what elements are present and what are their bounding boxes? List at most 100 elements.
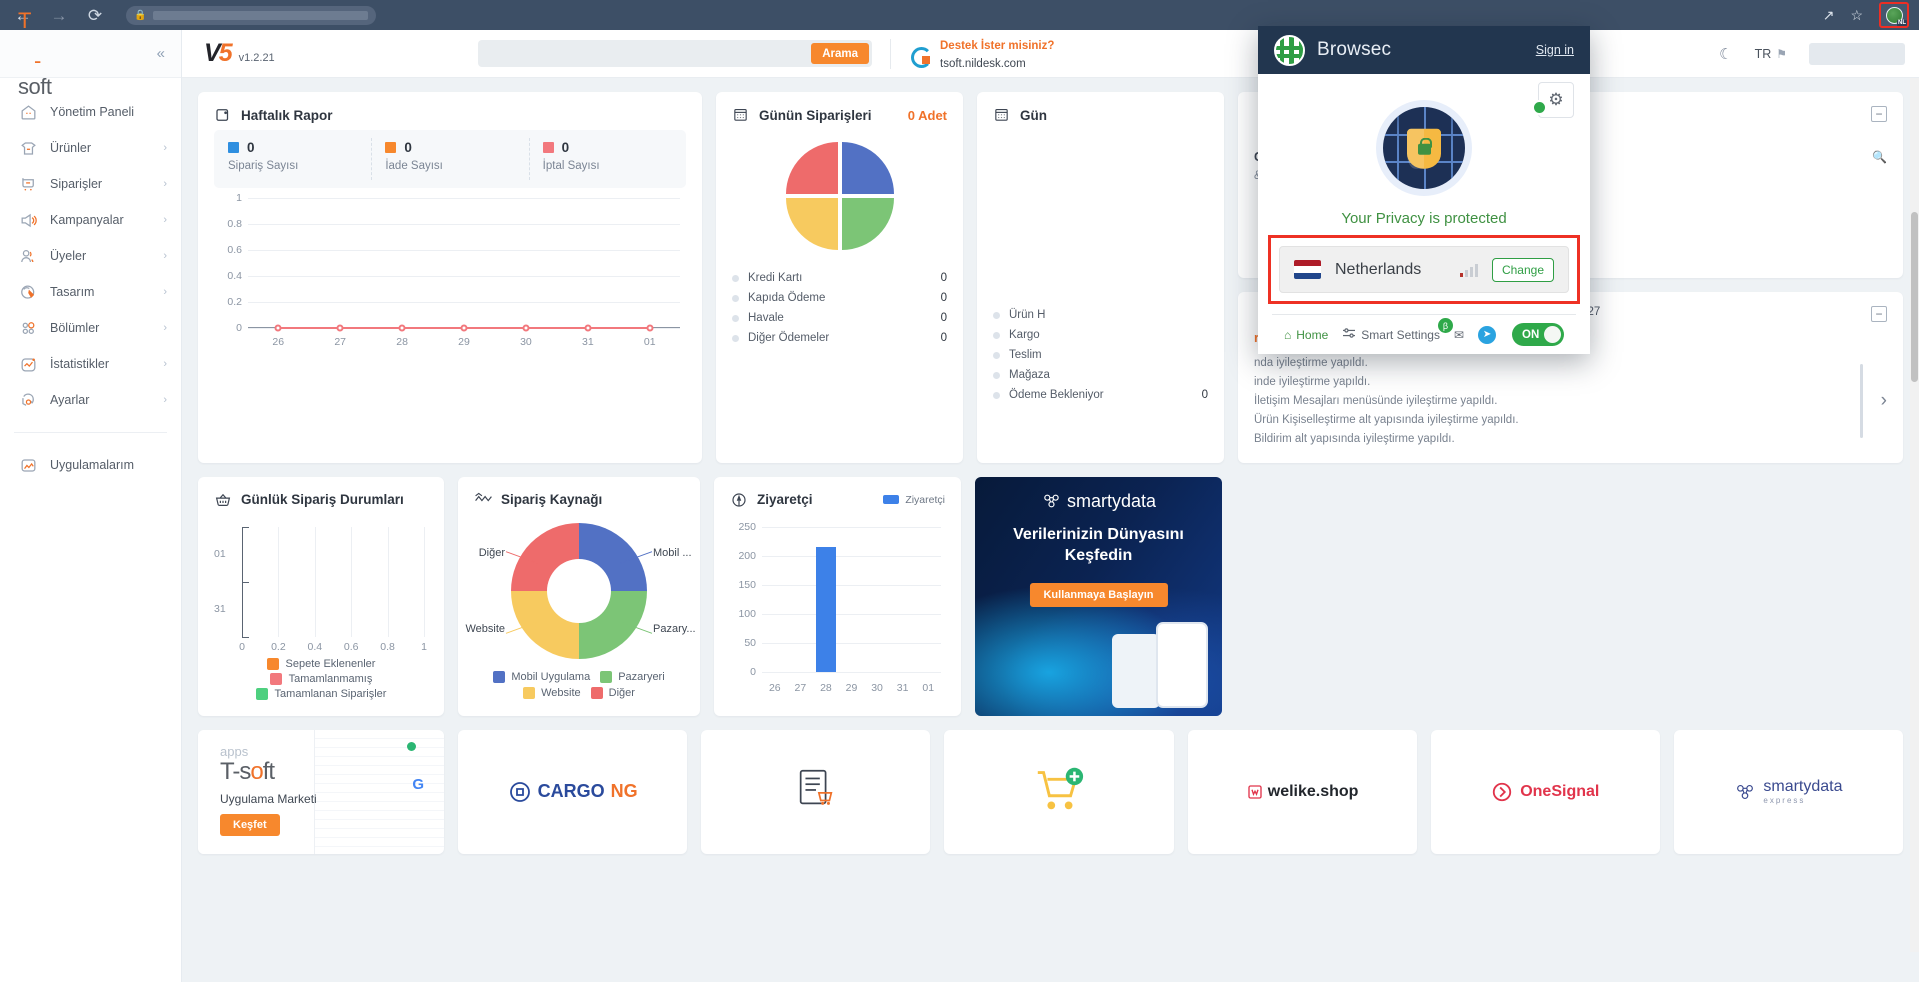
sidebar-item-urunler[interactable]: Ürünler ›: [0, 130, 181, 166]
x-axis-tick: 27: [334, 336, 346, 348]
sign-in-link[interactable]: Sign in: [1536, 43, 1574, 57]
tile-apps-label: apps: [220, 743, 249, 759]
y-axis-tick: 250: [738, 520, 756, 533]
sidebar-item-istatistikler[interactable]: İstatistikler ›: [0, 346, 181, 382]
sidebar-item-siparisler[interactable]: Siparişler ›: [0, 166, 181, 202]
list-item: Kredi Kartı 0: [732, 268, 947, 288]
gridline: [248, 198, 680, 199]
update-line: Bildirim alt yapısında iyileştirme yapıl…: [1254, 432, 1455, 445]
avatar[interactable]: [1809, 43, 1905, 65]
star-icon[interactable]: ☆: [1850, 7, 1863, 24]
topbar-divider: [890, 38, 891, 69]
tsoft-logo: T-soft: [220, 757, 275, 785]
version-text: v1.2.21: [238, 52, 275, 64]
tile-label: CARGO: [537, 781, 605, 802]
legend-label: Tamamlanmamış: [288, 673, 373, 686]
data-point: [398, 324, 406, 332]
y-axis-tick: 0: [236, 322, 242, 334]
chevron-right-icon[interactable]: ›: [1875, 390, 1887, 412]
gridline: [762, 613, 941, 615]
browsec-extension-button[interactable]: NL: [1879, 2, 1909, 28]
x-axis-tick: 28: [396, 336, 408, 348]
gridline: [351, 526, 353, 637]
tile-onesignal[interactable]: OneSignal: [1430, 729, 1660, 854]
grid-circles-icon: [17, 317, 39, 339]
popup-smart-settings-link[interactable]: Smart Settings β: [1342, 318, 1453, 342]
sidebar-item-uyeler[interactable]: Üyeler ›: [0, 238, 181, 274]
stat-value: 0: [247, 140, 255, 155]
legend-label: Mobil Uygulama: [511, 670, 591, 683]
tile-subtitle: Uygulama Marketi: [220, 791, 317, 806]
apps-grid-icon: [17, 454, 39, 476]
scrollbar-thumb[interactable]: [1911, 212, 1918, 382]
data-point: [336, 324, 344, 332]
support-link[interactable]: Destek İster misiniz? tsoft.nildesk.com: [909, 36, 1054, 72]
gridline: [248, 276, 680, 277]
search-input[interactable]: [478, 46, 812, 61]
y-axis-tick: 01: [214, 548, 226, 561]
country-selector[interactable]: Netherlands Change: [1279, 246, 1569, 293]
sidebar-item-yonetim-paneli[interactable]: Yönetim Paneli: [0, 94, 181, 130]
tile-cta-button[interactable]: Keşfet: [220, 813, 280, 836]
palette-brush-icon: [17, 281, 39, 303]
bullet-icon: [993, 371, 1000, 379]
envelope-icon[interactable]: ✉: [1454, 328, 1464, 342]
lifebuoy-support-icon: [909, 42, 932, 68]
list-item-value: 0: [1201, 389, 1208, 401]
search-icon[interactable]: 🔍: [1872, 150, 1887, 164]
tile-smartydata-express[interactable]: smartydata express: [1673, 729, 1904, 854]
gridline: [762, 526, 941, 528]
list-item-label: Havale: [748, 312, 784, 324]
tile-label: OneSignal: [1520, 782, 1600, 800]
stat-label: İade Sayısı: [385, 160, 443, 172]
address-bar[interactable]: 🔒: [126, 5, 376, 25]
chevron-right-icon: ›: [163, 394, 167, 406]
sidebar-item-ayarlar[interactable]: Ayarlar ›: [0, 382, 181, 418]
card-order-source: Sipariş Kaynağı Mobil ... Pazary... Webs…: [458, 476, 700, 716]
sidebar-collapse-button[interactable]: «: [157, 45, 165, 62]
reload-icon[interactable]: ⟳: [84, 4, 106, 26]
moon-icon[interactable]: ☾: [1719, 45, 1732, 63]
axis-tick-mark: [242, 526, 249, 528]
minimize-icon[interactable]: −: [1870, 306, 1887, 322]
card-title: Haftalık Rapor: [241, 107, 333, 123]
tile-apps-market[interactable]: G apps T-soft Uygulama Marketi Keşfet: [198, 729, 444, 854]
sidebar-item-kampanyalar[interactable]: Kampanyalar ›: [0, 202, 181, 238]
updates-body: nda iyileştirme yapıldı. inde iyileştirm…: [1254, 354, 1887, 449]
minimize-icon[interactable]: −: [1871, 106, 1887, 122]
telegram-icon[interactable]: ➤: [1478, 325, 1497, 344]
sidebar-item-label: Siparişler: [50, 177, 103, 191]
promo-banner-smartydata[interactable]: smartydata Verilerinizin Dünyasını Keşfe…: [975, 476, 1222, 716]
list-item: Ürün H: [993, 305, 1208, 325]
list-item-value: 0: [940, 312, 947, 324]
updates-scrollbar[interactable]: [1859, 364, 1863, 439]
gear-icon: [17, 389, 39, 411]
share-icon[interactable]: ↗: [1823, 7, 1835, 24]
tile-cart-plus[interactable]: [944, 729, 1174, 854]
gear-icon[interactable]: ⚙: [1532, 82, 1574, 118]
sidebar-item-uygulamalarim[interactable]: Uygulamalarım: [0, 447, 181, 483]
tile-order-form[interactable]: [701, 729, 931, 854]
sidebar-item-tasarim[interactable]: Tasarım ›: [0, 274, 181, 310]
x-axis-tick: 01: [922, 681, 935, 694]
tile-welike-shop[interactable]: welike.shop: [1187, 729, 1417, 854]
donut-callout-label: Diğer: [478, 546, 505, 559]
sidebar-item-bolumler[interactable]: Bölümler ›: [0, 310, 181, 346]
page-scrollbar[interactable]: [1910, 78, 1919, 952]
language-label: TR: [1754, 47, 1772, 61]
order-source-donut-chart: Mobil ... Pazary... Website Diğer: [465, 522, 696, 659]
vpn-toggle[interactable]: ON: [1512, 323, 1564, 346]
change-country-button[interactable]: Change: [1491, 257, 1554, 282]
x-axis-tick: 0.4: [307, 640, 323, 653]
y-axis-tick: 150: [738, 578, 756, 591]
chart-legend: Mobil Uygulama Pazaryeri Website Diğer: [474, 670, 684, 699]
banner-cta-button[interactable]: Kullanmaya Başlayın: [1029, 582, 1168, 607]
popup-home-link[interactable]: ⌂ Home: [1284, 328, 1328, 342]
tile-cargo-ng[interactable]: CARGO NG: [458, 729, 688, 854]
search-button[interactable]: Arama: [811, 43, 869, 64]
donut-callout-label: Pazary...: [653, 622, 696, 635]
color-swatch: [523, 686, 536, 699]
language-selector[interactable]: TR ⚑: [1755, 47, 1787, 61]
color-swatch: [255, 688, 268, 701]
x-axis-tick: 0.6: [343, 640, 359, 653]
